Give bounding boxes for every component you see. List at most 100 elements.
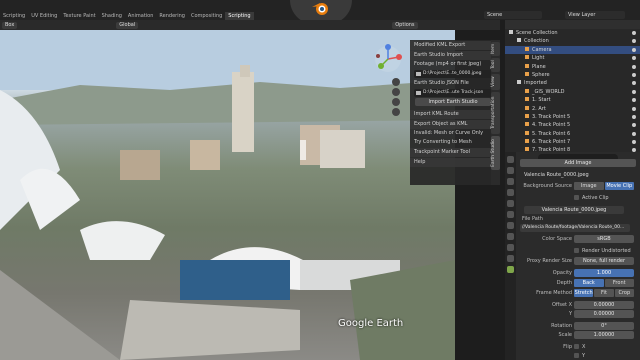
outliner-row-label: 6. Track Point 7 (532, 139, 571, 146)
camera-view-icon[interactable] (392, 98, 400, 106)
object-type-icon (525, 55, 529, 60)
import-kml-header[interactable]: Import KML Route (410, 110, 496, 119)
scale-field[interactable]: 1.00000 (574, 331, 634, 339)
frame-stretch-option[interactable]: Stretch (574, 289, 594, 297)
frame-fit-option[interactable]: Fit (594, 289, 614, 297)
offset-y-field[interactable]: 0.00000 (574, 310, 634, 318)
outliner-row[interactable]: Plane (505, 63, 640, 71)
visibility-eye-icon[interactable] (632, 106, 636, 111)
physics-icon[interactable] (507, 244, 514, 251)
outliner-row-label: 4. Track Point 5 (532, 122, 571, 129)
color-space-dropdown[interactable]: sRGB (574, 235, 634, 243)
frame-method-toggle[interactable]: Stretch Fit Crop (574, 289, 634, 297)
object-icon[interactable] (507, 222, 514, 229)
earth-import-header[interactable]: Earth Studio Import (410, 51, 496, 60)
view-layer-field[interactable]: View Layer (565, 10, 625, 19)
camera-data-icon[interactable] (507, 266, 514, 273)
outliner-row[interactable]: 6. Track Point 7 (505, 138, 640, 146)
depth-toggle[interactable]: Back Front (574, 279, 634, 287)
offset-x-field[interactable]: 0.00000 (574, 301, 634, 309)
footage-path-field[interactable]: D:\Project\E..te_0000.jpeg (414, 70, 492, 78)
visibility-eye-icon[interactable] (632, 131, 636, 136)
bg-source-image-option[interactable]: Image (574, 182, 604, 190)
tab-view[interactable]: View (491, 74, 500, 90)
pan-hand-icon[interactable] (392, 88, 400, 96)
frame-method-label: Frame Method (536, 290, 572, 296)
scene-field[interactable]: Scene (484, 10, 542, 19)
outliner-row[interactable]: Light (505, 54, 640, 62)
render-undistorted-checkbox[interactable]: Render Undistorted (574, 247, 631, 255)
depth-front-option[interactable]: Front (604, 279, 634, 287)
opacity-slider[interactable]: 1.000 (574, 269, 634, 277)
kml-export-header[interactable]: Modified KML Export (410, 41, 496, 50)
grid-icon[interactable] (392, 108, 400, 116)
navigation-gizmo[interactable] (373, 44, 403, 74)
visibility-eye-icon[interactable] (632, 89, 636, 94)
visibility-eye-icon[interactable] (632, 98, 636, 103)
visibility-eye-icon[interactable] (632, 81, 636, 86)
outliner-row[interactable]: Collection (505, 37, 640, 45)
outliner-row[interactable]: _GIS_WORLD (505, 88, 640, 96)
outliner-row[interactable]: 3. Track Point 5 (505, 113, 640, 121)
outliner-row[interactable]: Sphere (505, 71, 640, 79)
bg-source-movie-option[interactable]: Movie Clip (604, 182, 634, 190)
visibility-eye-icon[interactable] (632, 123, 636, 128)
flip-x-checkbox[interactable]: X (574, 343, 585, 351)
outliner-row[interactable]: 4. Track Point 5 (505, 121, 640, 129)
world-icon[interactable] (507, 211, 514, 218)
visibility-eye-icon[interactable] (632, 140, 636, 145)
trackpoint-tool-header[interactable]: Trackpoint Marker Tool (410, 148, 496, 157)
city-background-image (0, 30, 455, 360)
depth-back-option[interactable]: Back (574, 279, 604, 287)
frame-crop-option[interactable]: Crop (614, 289, 634, 297)
proxy-dropdown[interactable]: None, full render (574, 257, 634, 265)
visibility-eye-icon[interactable] (632, 31, 636, 35)
visibility-eye-icon[interactable] (632, 47, 636, 52)
outliner-row[interactable]: Camera (505, 45, 640, 55)
active-clip-checkbox[interactable]: Active Clip (574, 194, 609, 202)
options-dropdown[interactable]: Options (392, 21, 418, 29)
outliner-row[interactable]: 2. Art (505, 105, 640, 113)
object-type-icon (525, 105, 529, 110)
object-type-icon (525, 97, 529, 102)
active-clip-label: Active Clip (582, 195, 609, 201)
rotation-field[interactable]: 0° (574, 322, 634, 330)
sidebar-tabs: Item Tool View Transportation Earth Stud… (491, 40, 500, 185)
tab-transportation[interactable]: Transportation (491, 92, 500, 134)
modifier-icon[interactable] (507, 233, 514, 240)
image-datablock-field[interactable]: Valencia Route_0000.jpeg (524, 206, 624, 214)
tool-icon[interactable] (507, 156, 514, 163)
3d-viewport[interactable]: Google Earth (0, 30, 455, 360)
tab-earth-studio[interactable]: Earth Studio (491, 136, 500, 170)
visibility-eye-icon[interactable] (632, 56, 636, 61)
outliner-row[interactable]: 5. Track Point 6 (505, 130, 640, 138)
outliner-row[interactable]: Imported (505, 79, 640, 87)
orientation-dropdown[interactable]: Global (116, 21, 139, 29)
tab-item[interactable]: Item (491, 42, 500, 56)
output-icon[interactable] (507, 178, 514, 185)
scene-icon[interactable] (507, 200, 514, 207)
visibility-eye-icon[interactable] (632, 114, 636, 119)
render-icon[interactable] (507, 167, 514, 174)
top-bar: Scripting UV Editing Texture Paint Shadi… (0, 0, 640, 24)
tab-tool[interactable]: Tool (491, 58, 500, 72)
outliner-row-label: Plane (532, 63, 546, 70)
constraint-icon[interactable] (507, 255, 514, 262)
file-path-field[interactable]: //Valencia Route/footage/Valencia Route_… (520, 224, 630, 232)
outliner-row-label: Light (532, 55, 545, 62)
flip-y-checkbox[interactable]: Y (574, 352, 585, 360)
bg-source-toggle[interactable]: Image Movie Clip (574, 182, 634, 190)
help-header[interactable]: Help (410, 158, 496, 167)
visibility-eye-icon[interactable] (632, 72, 636, 77)
json-path-field[interactable]: D:\Project\E..ute Track.json (414, 89, 492, 97)
outliner-row[interactable]: 1. Start (505, 96, 640, 104)
import-earth-studio-button[interactable]: Import Earth Studio (415, 98, 491, 106)
zoom-icon[interactable] (392, 78, 400, 86)
export-kml-header[interactable]: Export Object as KML (410, 120, 496, 129)
select-mode-dropdown[interactable]: Box (2, 21, 18, 29)
visibility-eye-icon[interactable] (632, 39, 636, 44)
outliner-row[interactable]: Scene Collection (505, 29, 640, 37)
visibility-eye-icon[interactable] (632, 64, 636, 69)
add-image-button[interactable]: Add Image (520, 159, 636, 167)
view-layer-icon[interactable] (507, 189, 514, 196)
